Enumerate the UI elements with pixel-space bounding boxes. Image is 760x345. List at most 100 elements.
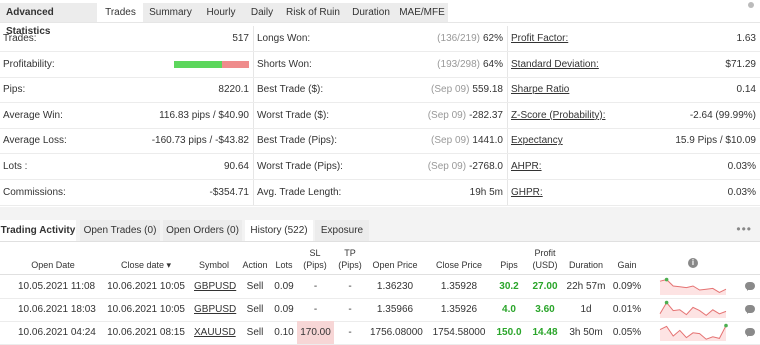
stats-row: Commissions: -$354.71 Avg. Trade Length: 19… — [0, 180, 760, 206]
stat-value: (Sep 09) 559.18 — [431, 77, 503, 102]
stat-value: (Sep 09) 1441.0 — [431, 128, 503, 153]
section-divider — [0, 207, 760, 219]
col-tp-unit: (Pips) — [338, 260, 362, 270]
stat-label[interactable]: Expectancy — [511, 128, 563, 153]
scroll-indicator-icon — [748, 2, 754, 8]
col-lots[interactable]: Lots — [272, 260, 296, 271]
cell-symbol[interactable]: XAUUSD — [194, 321, 236, 344]
tab-advanced-statistics[interactable]: Advanced Statistics — [0, 3, 98, 37]
gain-sparkline — [659, 300, 727, 318]
more-options-icon[interactable]: ••• — [736, 219, 752, 239]
stat-value: -2.64 (99.99%) — [690, 103, 756, 128]
stat-label[interactable]: GHPR: — [511, 180, 543, 205]
col-pips[interactable]: Pips — [496, 260, 522, 271]
tab-history[interactable]: History (522) — [245, 220, 313, 241]
stat-number: 62% — [482, 33, 503, 44]
stat-label[interactable]: Z-Score (Probability): — [511, 103, 605, 128]
stat-label: Longs Won: — [257, 33, 311, 44]
stats-row: Lots : 90.64 Worst Trade (Pips): (Sep 09) -2… — [0, 154, 760, 180]
stat-number: 19h 5m — [469, 186, 503, 198]
table-row[interactable]: 10.06.2021 04:24 10.06.2021 08:15 XAUUSD Se… — [0, 321, 760, 345]
stat-value: (193/298) 64% — [437, 52, 503, 77]
stat-number: 8220.1 — [218, 84, 249, 96]
table-row[interactable]: 10.06.2021 18:03 10.06.2021 10:05 GBPUSD Se… — [0, 298, 760, 322]
tab-trades[interactable]: Trades — [98, 3, 144, 22]
stats-tabbar: Advanced Statistics Trades Summary Hourl… — [0, 0, 760, 37]
cell-gain: 0.09% — [612, 281, 642, 292]
col-duration[interactable]: Duration — [566, 260, 606, 271]
cell-action: Sell — [246, 281, 264, 292]
stat-number: -2.64 (99.99%) — [689, 109, 756, 121]
stat-value: 116.83 pips / $40.90 — [159, 103, 249, 128]
sparkline-dot — [664, 300, 669, 305]
stat-value: (Sep 09) -282.37 — [428, 103, 503, 128]
tab-hourly[interactable]: Hourly — [198, 3, 245, 22]
cell-lots: 0.09 — [274, 281, 294, 292]
stat-value: (136/219) 62% — [437, 26, 503, 51]
stat-label[interactable]: Standard Deviation: — [511, 52, 599, 77]
stat-value: -$354.71 — [210, 180, 249, 205]
tab-trading-activity[interactable]: Trading Activity — [0, 220, 76, 241]
col-symbol[interactable]: Symbol — [194, 260, 234, 271]
stat-label: Average Loss: — [3, 135, 67, 147]
stat-label: Best Trade ($): — [257, 84, 324, 96]
stat-label: Worst Trade ($): — [257, 109, 330, 121]
col-close-price[interactable]: Close Price — [432, 260, 486, 271]
col-action[interactable]: Action — [238, 260, 272, 271]
cell-open-date: 10.06.2021 18:03 — [18, 304, 96, 315]
cell-pips: 150.0 — [496, 327, 522, 338]
stats-row: Trades: 517 Longs Won: (136/219) 62% Profit F… — [0, 26, 760, 52]
tab-mae-mfe[interactable]: MAE/MFE — [396, 3, 449, 22]
sparkline-dot — [724, 323, 728, 328]
col-open-date[interactable]: Open Date — [18, 260, 88, 271]
stat-detail: (Sep 09) — [427, 109, 467, 121]
cell-action: Sell — [246, 304, 264, 315]
stat-label: Pips: — [3, 84, 26, 96]
tab-open-trades[interactable]: Open Trades (0) — [80, 220, 160, 241]
col-profit[interactable]: Profit — [530, 248, 560, 259]
cell-tp: - — [348, 327, 352, 338]
cell-close-price: 1.35928 — [440, 281, 478, 292]
stat-number: 15.9 Pips / $10.09 — [675, 135, 756, 147]
stat-number: 0.03% — [727, 186, 756, 198]
stat-value: 0.03% — [728, 180, 756, 205]
cell-open-date: 10.05.2021 11:08 — [18, 281, 96, 292]
col-close-date[interactable]: Close date ▾ — [106, 260, 186, 271]
stats-row: Average Loss: -160.73 pips / -$43.82 Best … — [0, 128, 760, 155]
stat-value: 8220.1 — [218, 77, 249, 102]
col-sl[interactable]: SL — [300, 248, 330, 259]
info-icon[interactable]: i — [688, 258, 698, 268]
cell-sl: - — [313, 281, 318, 292]
cell-symbol[interactable]: GBPUSD — [194, 275, 236, 298]
stat-value: 19h 5m — [470, 180, 503, 205]
tab-exposure[interactable]: Exposure — [315, 220, 369, 241]
col-tp[interactable]: TP — [335, 248, 365, 259]
col-gain[interactable]: Gain — [612, 260, 642, 271]
comment-icon[interactable] — [745, 328, 755, 337]
tab-summary[interactable]: Summary — [143, 3, 199, 22]
stat-value: 517 — [232, 26, 249, 51]
col-open-price[interactable]: Open Price — [370, 260, 420, 271]
sparkline-area — [660, 302, 726, 318]
tab-daily[interactable]: Daily — [244, 3, 281, 22]
tab-duration[interactable]: Duration — [346, 3, 397, 22]
comment-icon[interactable] — [745, 305, 755, 314]
cell-action: Sell — [246, 327, 264, 338]
stat-label: Commissions: — [3, 186, 66, 198]
tab-risk-of-ruin[interactable]: Risk of Ruin — [280, 3, 347, 22]
stat-label[interactable]: Sharpe Ratio — [511, 77, 569, 102]
stat-number: 517 — [232, 33, 249, 44]
stat-value: -160.73 pips / -$43.82 — [152, 128, 249, 153]
cell-duration: 22h 57m — [566, 281, 606, 292]
cell-gain: 0.01% — [612, 304, 642, 315]
comment-icon[interactable] — [745, 282, 755, 291]
stat-number: 559.18 — [472, 84, 503, 96]
cell-symbol[interactable]: GBPUSD — [194, 298, 236, 321]
stat-label[interactable]: Profit Factor: — [511, 26, 568, 51]
cell-profit: 3.60 — [535, 304, 555, 315]
stat-number: 0.14 — [736, 84, 756, 96]
stat-label[interactable]: AHPR: — [511, 154, 542, 179]
table-row[interactable]: 10.05.2021 11:08 10.06.2021 10:05 GBPUSD Se… — [0, 275, 760, 299]
stat-number: -$354.71 — [209, 186, 249, 198]
tab-open-orders[interactable]: Open Orders (0) — [163, 220, 242, 241]
